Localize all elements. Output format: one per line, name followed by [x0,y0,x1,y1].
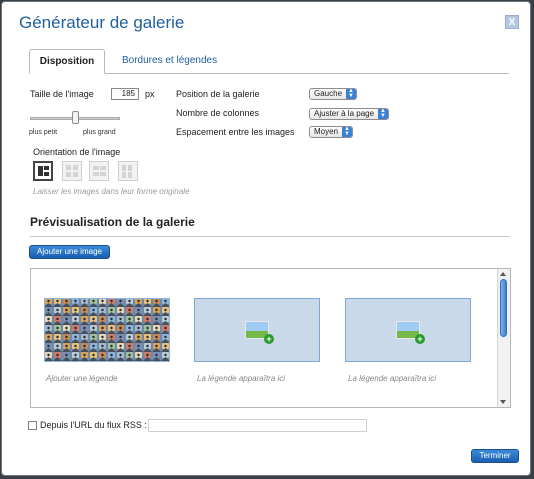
orientation-hint: Laisser les images dans leur forme origi… [33,187,190,196]
gallery-photo[interactable] [44,298,170,362]
orientation-square-icon[interactable] [62,161,82,181]
chevron-updown-icon: ▲ ▼ [342,126,352,137]
gallery-preview: + + Ajouter une légende La légende appar… [30,268,511,408]
preview-title: Prévisualisation de la galerie [30,215,195,229]
tab-borders-captions[interactable]: Bordures et légendes [113,49,226,73]
image-size-unit: px [145,89,155,99]
orientation-landscape-icon[interactable] [89,161,109,181]
preview-divider [30,236,510,237]
chevron-updown-icon: ▲ ▼ [346,88,356,99]
preview-scrollbar[interactable] [497,269,510,407]
tab-disposition[interactable]: Disposition [29,49,105,74]
close-button[interactable]: X [505,15,519,29]
position-value: Gauche [314,89,343,98]
rss-url-input[interactable] [148,419,367,432]
caption-input[interactable]: Ajouter une légende [46,374,118,383]
columns-label: Nombre de colonnes [176,108,260,118]
image-size-label: Taille de l'image [30,89,94,99]
scroll-down-icon[interactable] [500,400,506,404]
add-image-icon: + [396,321,425,344]
spacing-value: Moyen [314,127,339,136]
position-select[interactable]: Gauche ▲ ▼ [309,88,357,100]
gallery-dialog: Générateur de galerie X Disposition Bord… [1,1,531,476]
image-size-slider-handle[interactable] [72,111,79,124]
tab-bar: Disposition Bordures et légendes [29,49,509,74]
slider-min-label: plus petit [29,129,58,136]
empty-image-slot[interactable]: + [194,298,320,362]
chevron-updown-icon: ▲ ▼ [378,108,388,119]
columns-value: Ajuster à la page [314,109,375,118]
orientation-label: Orientation de l'image [33,147,121,157]
orientation-original-icon[interactable] [33,161,53,181]
dialog-title: Générateur de galerie [19,13,185,32]
spacing-select[interactable]: Moyen ▲ ▼ [309,126,353,138]
position-label: Position de la galerie [176,89,260,99]
scrollbar-thumb[interactable] [500,279,507,337]
slider-max-label: plus grand [83,129,116,136]
image-size-input[interactable]: 185 [111,88,139,100]
empty-image-slot[interactable]: + [345,298,471,362]
rss-checkbox[interactable] [28,421,37,430]
scroll-up-icon[interactable] [500,272,506,276]
done-button[interactable]: Terminer [471,449,519,463]
rss-label: Depuis l'URL du flux RSS : [40,420,147,430]
spacing-label: Espacement entre les images [176,127,295,137]
birdhouses-photo [45,299,169,361]
orientation-portrait-icon[interactable] [118,161,138,181]
caption-placeholder: La légende apparaîtra ici [197,374,286,383]
caption-placeholder: La légende apparaîtra ici [348,374,437,383]
columns-select[interactable]: Ajuster à la page ▲ ▼ [309,108,389,120]
add-image-button[interactable]: Ajouter une image [29,245,110,259]
add-image-icon: + [245,321,274,344]
